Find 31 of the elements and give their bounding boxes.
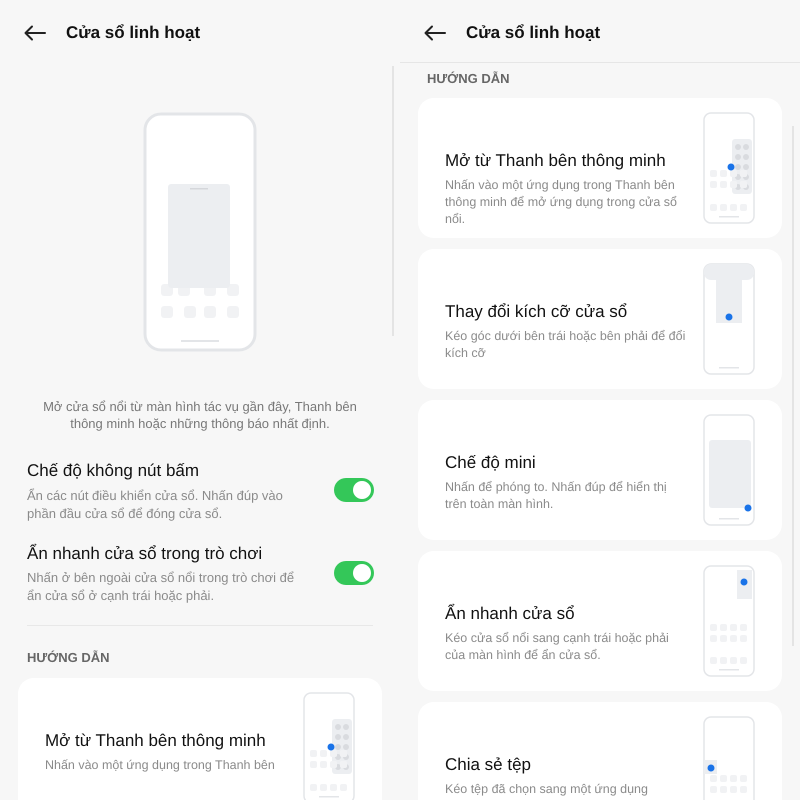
setting-description: Ẩn các nút điều khiển cửa sổ. Nhấn đúp vào phần đầu cửa sổ để đóng cửa sổ. (27, 486, 284, 522)
guide-description: Kéo góc dưới bên trái hoặc bên phải để đổi kích cỡ (445, 328, 686, 362)
section-header: HƯỚNG DẪN (26, 649, 111, 667)
back-icon[interactable] (24, 25, 46, 41)
guide-description: Nhấn vào một ứng dụng trong Thanh bên thông minh để mở ứng dụng trong cửa sổ nổi. (445, 177, 678, 228)
guide-card[interactable]: Mở từ Thanh bên thông minh Nhấn vào một ứng dụng trong Thanh bên thông minh để mở ứng dụng trong cửa sổ nổi. (418, 98, 782, 238)
guide-card[interactable]: Chế độ mini Nhấn để phóng to. Nhấn đúp để hiển thị trên toàn màn hình. (418, 400, 782, 540)
guide-title: Mở từ Thanh bên thông minh (45, 730, 267, 752)
guide-title: Chế độ mini (445, 452, 537, 474)
guide-card[interactable]: Mở từ Thanh bên thông minh Nhấn vào một ứng dụng trong Thanh bên (18, 678, 382, 800)
guide-card[interactable]: Chia sẻ tệp Kéo tệp đã chọn sang một ứng dụng (418, 702, 782, 800)
guide-title: Mở từ Thanh bên thông minh (445, 150, 667, 172)
guide-card[interactable]: Ẩn nhanh cửa sổ Kéo cửa sổ nổi sang cạnh trái hoặc phải của màn hình để ẩn cửa sổ. (418, 550, 782, 690)
guide-title: Thay đổi kích cỡ cửa sổ (445, 300, 628, 322)
guide-description: Nhấn để phóng to. Nhấn đúp để hiển thị trên toàn màn hình. (445, 479, 668, 513)
caption-text: Mở cửa sổ nổi từ màn hình tác vụ gần đây, Thanh bên thông minh hoặc những thông báo nhất định. (42, 398, 358, 432)
back-icon[interactable] (424, 25, 446, 41)
guide-card[interactable]: Thay đổi kích cỡ cửa sổ Kéo góc dưới bên trái hoặc bên phải để đổi kích cỡ (418, 248, 782, 388)
page-title: Cửa sổ linh hoạt (66, 22, 200, 44)
page-title: Cửa sổ linh hoạt (466, 22, 600, 44)
guide-title: Chia sẻ tệp (445, 754, 532, 776)
toggle-switch[interactable] (334, 560, 374, 585)
guide-description: Kéo cửa sổ nổi sang cạnh trái hoặc phải của màn hình để ẩn cửa sổ. (445, 630, 670, 664)
guide-description: Kéo tệp đã chọn sang một ứng dụng (445, 781, 649, 798)
setting-title: Chế độ không nút bấm (27, 460, 200, 482)
setting-description: Nhấn ở bên ngoài cửa sổ nổi trong trò chơi để ẩn cửa sổ ở cạnh trái hoặc phải. (27, 569, 296, 605)
setting-title: Ẩn nhanh cửa sổ trong trò chơi (27, 542, 264, 564)
guide-description: Nhấn vào một ứng dụng trong Thanh bên (45, 757, 276, 774)
toggle-switch[interactable] (334, 478, 374, 502)
section-header: HƯỚNG DẪN (426, 70, 511, 88)
guide-title: Ẩn nhanh cửa sổ (445, 602, 576, 624)
